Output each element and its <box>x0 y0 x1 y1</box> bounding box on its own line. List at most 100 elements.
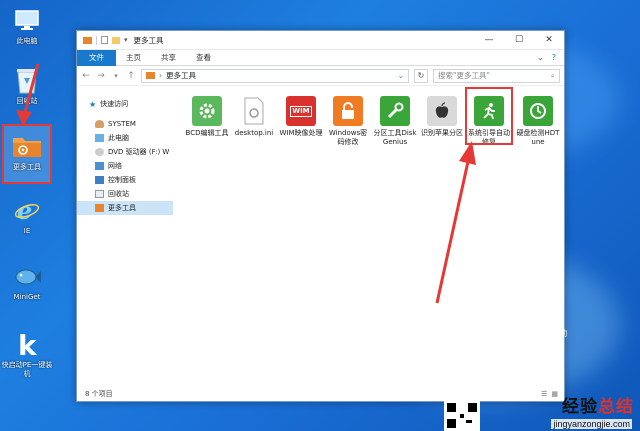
wrench-icon <box>380 96 410 126</box>
desktop-icon-label: 快启动PE一键装机 <box>1 361 53 378</box>
desktop-icon-kqd-installer[interactable]: k 快启动PE一键装机 <box>0 330 54 379</box>
star-icon: ★ <box>89 99 97 109</box>
forward-icon[interactable]: → <box>96 71 106 81</box>
customize-dropdown-icon[interactable]: ▾ <box>124 36 128 44</box>
address-bar[interactable]: › 更多工具 ⌄ <box>141 68 409 83</box>
item-count: 8 个项目 <box>85 390 113 398</box>
desktop-icon-label: MiniGet <box>13 293 41 301</box>
file-item-bcd-editor[interactable]: BCD编辑工具 <box>185 93 229 138</box>
maximize-button[interactable]: ☐ <box>504 31 534 49</box>
qr-code-icon <box>444 400 480 431</box>
close-button[interactable]: ✕ <box>534 31 564 49</box>
monitor-icon <box>12 6 42 34</box>
large-icons-view-icon[interactable]: ▦ <box>551 390 558 398</box>
file-label: BCD编辑工具 <box>185 129 229 137</box>
wim-icon: WIM <box>286 96 316 126</box>
nav-item-system[interactable]: SYSTEM <box>77 117 173 131</box>
window-body: ★ 快速访问 SYSTEM 此电脑 DVD 驱动器 (F:) W 网络 控制面板… <box>77 87 564 387</box>
tab-home[interactable]: 主页 <box>116 50 151 66</box>
desktop-icon-more-tools[interactable]: 更多工具 <box>2 124 52 184</box>
user-icon <box>95 120 104 128</box>
nav-item-label: 快速访问 <box>100 100 129 108</box>
folder-icon <box>83 36 92 44</box>
file-list: BCD编辑工具 desktop.ini WIM WIM映像处理 Windows密… <box>173 87 564 387</box>
refresh-icon[interactable]: ↻ <box>414 68 428 83</box>
minimize-button[interactable]: — <box>474 31 504 49</box>
tab-share[interactable]: 共享 <box>151 50 186 66</box>
desktop-icon-label: IE <box>23 227 31 235</box>
properties-icon[interactable] <box>101 36 108 44</box>
watermark-logo: 经验总结 <box>562 392 634 417</box>
control-panel-icon <box>95 176 104 184</box>
nav-item-quick-access[interactable]: ★ 快速访问 <box>77 97 173 111</box>
address-segment[interactable]: 更多工具 <box>166 70 196 81</box>
file-item-diskgenius[interactable]: 分区工具DiskGenius <box>373 93 417 147</box>
file-label: 分区工具DiskGenius <box>373 129 417 146</box>
explorer-window: ▾ 更多工具 — ☐ ✕ 文件 主页 共享 查看 ⌄ ? ← → ▾ ↑ › 更… <box>76 30 565 402</box>
lock-icon <box>333 96 363 126</box>
ribbon-tabs: 文件 主页 共享 查看 ⌄ ? <box>77 49 564 66</box>
running-man-icon <box>474 96 504 126</box>
nav-item-label: DVD 驱动器 (F:) W <box>108 148 170 156</box>
folder-icon <box>95 204 104 212</box>
folder-icon <box>146 72 155 79</box>
search-icon: ⌕ <box>550 70 555 80</box>
watermark-text-accent: 总结 <box>598 397 634 417</box>
desktop-icon-label: 此电脑 <box>16 37 38 45</box>
address-dropdown-icon[interactable]: ⌄ <box>398 71 408 80</box>
back-icon[interactable]: ← <box>81 71 91 81</box>
apple-icon <box>427 96 457 126</box>
breadcrumb-separator-icon: › <box>159 71 162 80</box>
k-logo-icon: k <box>12 330 42 358</box>
details-view-icon[interactable]: ☰ <box>541 390 547 398</box>
address-row: ← → ▾ ↑ › 更多工具 ⌄ ↻ 搜索"更多工具" ⌕ <box>77 66 564 86</box>
up-icon[interactable]: ↑ <box>126 71 136 81</box>
nav-item-dvd-drive[interactable]: DVD 驱动器 (F:) W <box>77 145 173 159</box>
expand-ribbon-icon[interactable]: ⌄ <box>537 53 544 62</box>
watermark-url: jingyanzongjie.com <box>551 419 632 429</box>
new-folder-icon[interactable] <box>112 36 120 44</box>
nav-item-more-tools[interactable]: 更多工具 <box>77 201 173 215</box>
tab-file[interactable]: 文件 <box>77 49 116 66</box>
desktop-icon-miniget[interactable]: MiniGet <box>4 262 50 302</box>
help-icon[interactable]: ? <box>552 53 556 62</box>
nav-item-label: 网络 <box>108 162 122 170</box>
window-title: 更多工具 <box>133 35 164 45</box>
title-bar: ▾ 更多工具 — ☐ ✕ <box>77 31 564 50</box>
red-arrow-annotation <box>435 141 476 304</box>
file-item-windows-password[interactable]: Windows密码修改 <box>326 93 370 147</box>
svg-text:k: k <box>18 330 38 358</box>
nav-item-control-panel[interactable]: 控制面板 <box>77 173 173 187</box>
desktop-icon-this-pc[interactable]: 此电脑 <box>4 6 50 46</box>
internet-explorer-icon: e <box>12 196 42 224</box>
file-label: WIM映像处理 <box>279 129 323 137</box>
file-label: desktop.ini <box>234 129 274 137</box>
clock-icon <box>523 96 553 126</box>
recycle-bin-icon <box>95 190 104 198</box>
file-item-hdtune[interactable]: 硬盘检测HDTune <box>516 93 560 147</box>
file-label: Windows密码修改 <box>328 129 368 146</box>
search-input[interactable]: 搜索"更多工具" ⌕ <box>433 68 560 83</box>
desktop-icon-label: 更多工具 <box>13 163 41 171</box>
wim-badge: WIM <box>290 105 312 117</box>
tab-view[interactable]: 查看 <box>186 50 221 66</box>
folder-gear-icon <box>12 132 42 160</box>
file-item-desktop-ini[interactable]: desktop.ini <box>232 93 276 138</box>
nav-item-recycle-bin[interactable]: 回收站 <box>77 187 173 201</box>
network-icon <box>95 162 104 170</box>
file-label: 硬盘检测HDTune <box>516 129 560 146</box>
red-arrow-annotation <box>16 63 40 126</box>
file-item-wim-tool[interactable]: WIM WIM映像处理 <box>279 93 323 138</box>
gear-icon <box>192 96 222 126</box>
recent-locations-icon[interactable]: ▾ <box>111 72 121 80</box>
desktop-icon-ie[interactable]: e IE <box>4 196 50 236</box>
watermark-text: 经验 <box>562 397 598 417</box>
nav-item-this-pc[interactable]: 此电脑 <box>77 131 173 145</box>
navigation-pane: ★ 快速访问 SYSTEM 此电脑 DVD 驱动器 (F:) W 网络 控制面板… <box>77 87 173 387</box>
nav-item-network[interactable]: 网络 <box>77 159 173 173</box>
file-item-apple-partition[interactable]: 识别苹果分区 <box>420 93 464 138</box>
settings-file-icon <box>239 96 269 126</box>
fish-icon <box>12 262 42 290</box>
monitor-icon <box>95 134 104 142</box>
file-item-boot-repair[interactable]: 系统引导自动修复 <box>465 87 513 146</box>
